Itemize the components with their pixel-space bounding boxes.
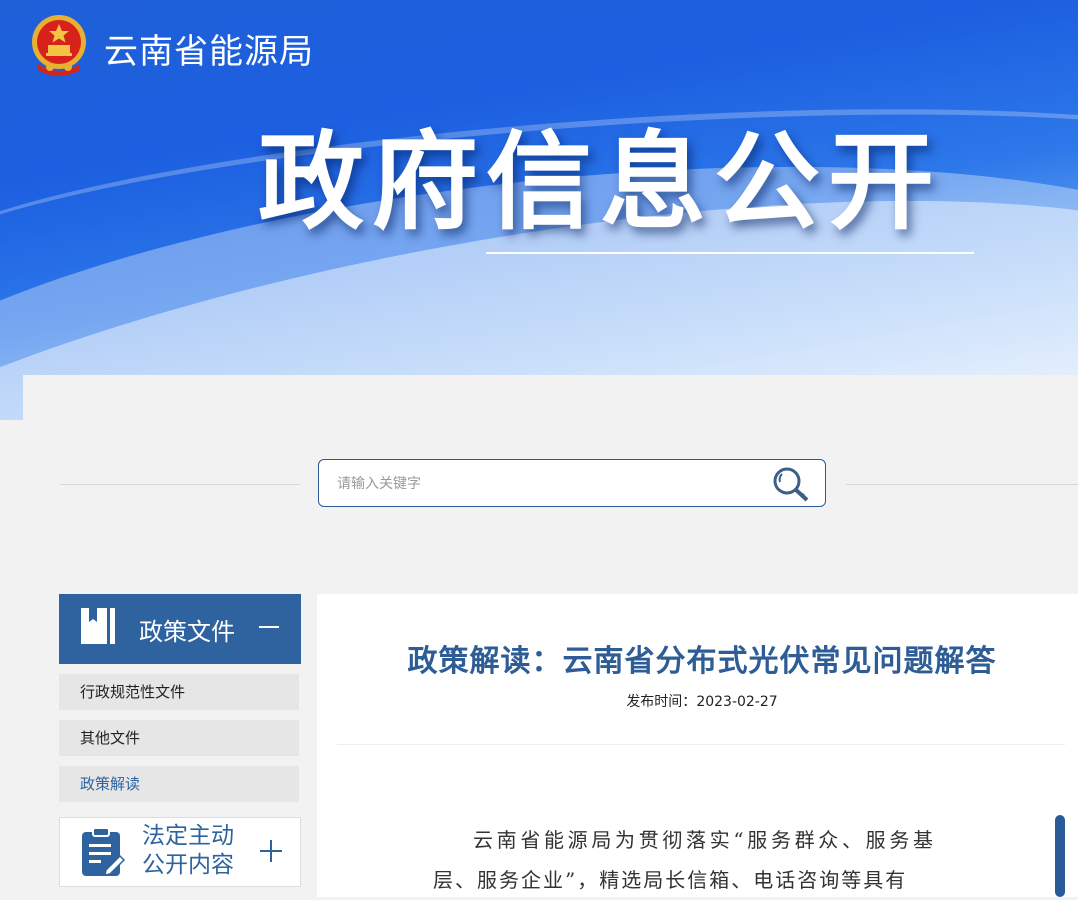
header-banner: 云南省能源局 政府信息公开 <box>0 0 1078 420</box>
sidebar-group-statutory-disclosure[interactable]: 法定主动公开内容 <box>59 817 301 887</box>
collapse-icon[interactable] <box>259 626 279 628</box>
sidebar-item-normative-documents[interactable]: 行政规范性文件 <box>59 674 299 710</box>
divider <box>337 744 1065 745</box>
article: 政策解读：云南省分布式光伏常见问题解答 发布时间：2023-02-27 云南省能… <box>317 594 1078 897</box>
sidebar-group-label: 法定主动公开内容 <box>142 823 234 878</box>
sidebar-group-label: 政策文件 <box>139 618 235 646</box>
search-box <box>318 459 826 507</box>
search-icon[interactable] <box>769 464 813 504</box>
publish-date-label: 发布时间： <box>626 694 697 710</box>
publish-date-value: 2023-02-27 <box>696 694 778 710</box>
clipboard-edit-icon <box>82 827 126 876</box>
sidebar-group-policy-documents[interactable]: 政策文件 <box>59 594 301 664</box>
article-body: 云南省能源局为贯彻落实“服务群众、服务基层、服务企业”，精选局长信箱、电话咨询等… <box>433 828 935 892</box>
section-title: 政府信息公开 <box>258 121 942 244</box>
book-icon <box>81 608 115 644</box>
expand-icon[interactable] <box>258 838 284 864</box>
search-input[interactable] <box>335 468 759 500</box>
divider <box>60 484 300 485</box>
publish-date: 发布时间：2023-02-27 <box>317 691 1078 711</box>
org-name[interactable]: 云南省能源局 <box>104 24 314 73</box>
sidebar-item-policy-interpretation[interactable]: 政策解读 <box>59 766 299 802</box>
title-underline <box>486 252 974 254</box>
scrollbar-thumb[interactable] <box>1055 815 1065 897</box>
article-title: 政策解读：云南省分布式光伏常见问题解答 <box>407 644 997 679</box>
sidebar-item-other-documents[interactable]: 其他文件 <box>59 720 299 756</box>
divider <box>846 484 1078 485</box>
national-emblem-icon <box>32 15 86 76</box>
